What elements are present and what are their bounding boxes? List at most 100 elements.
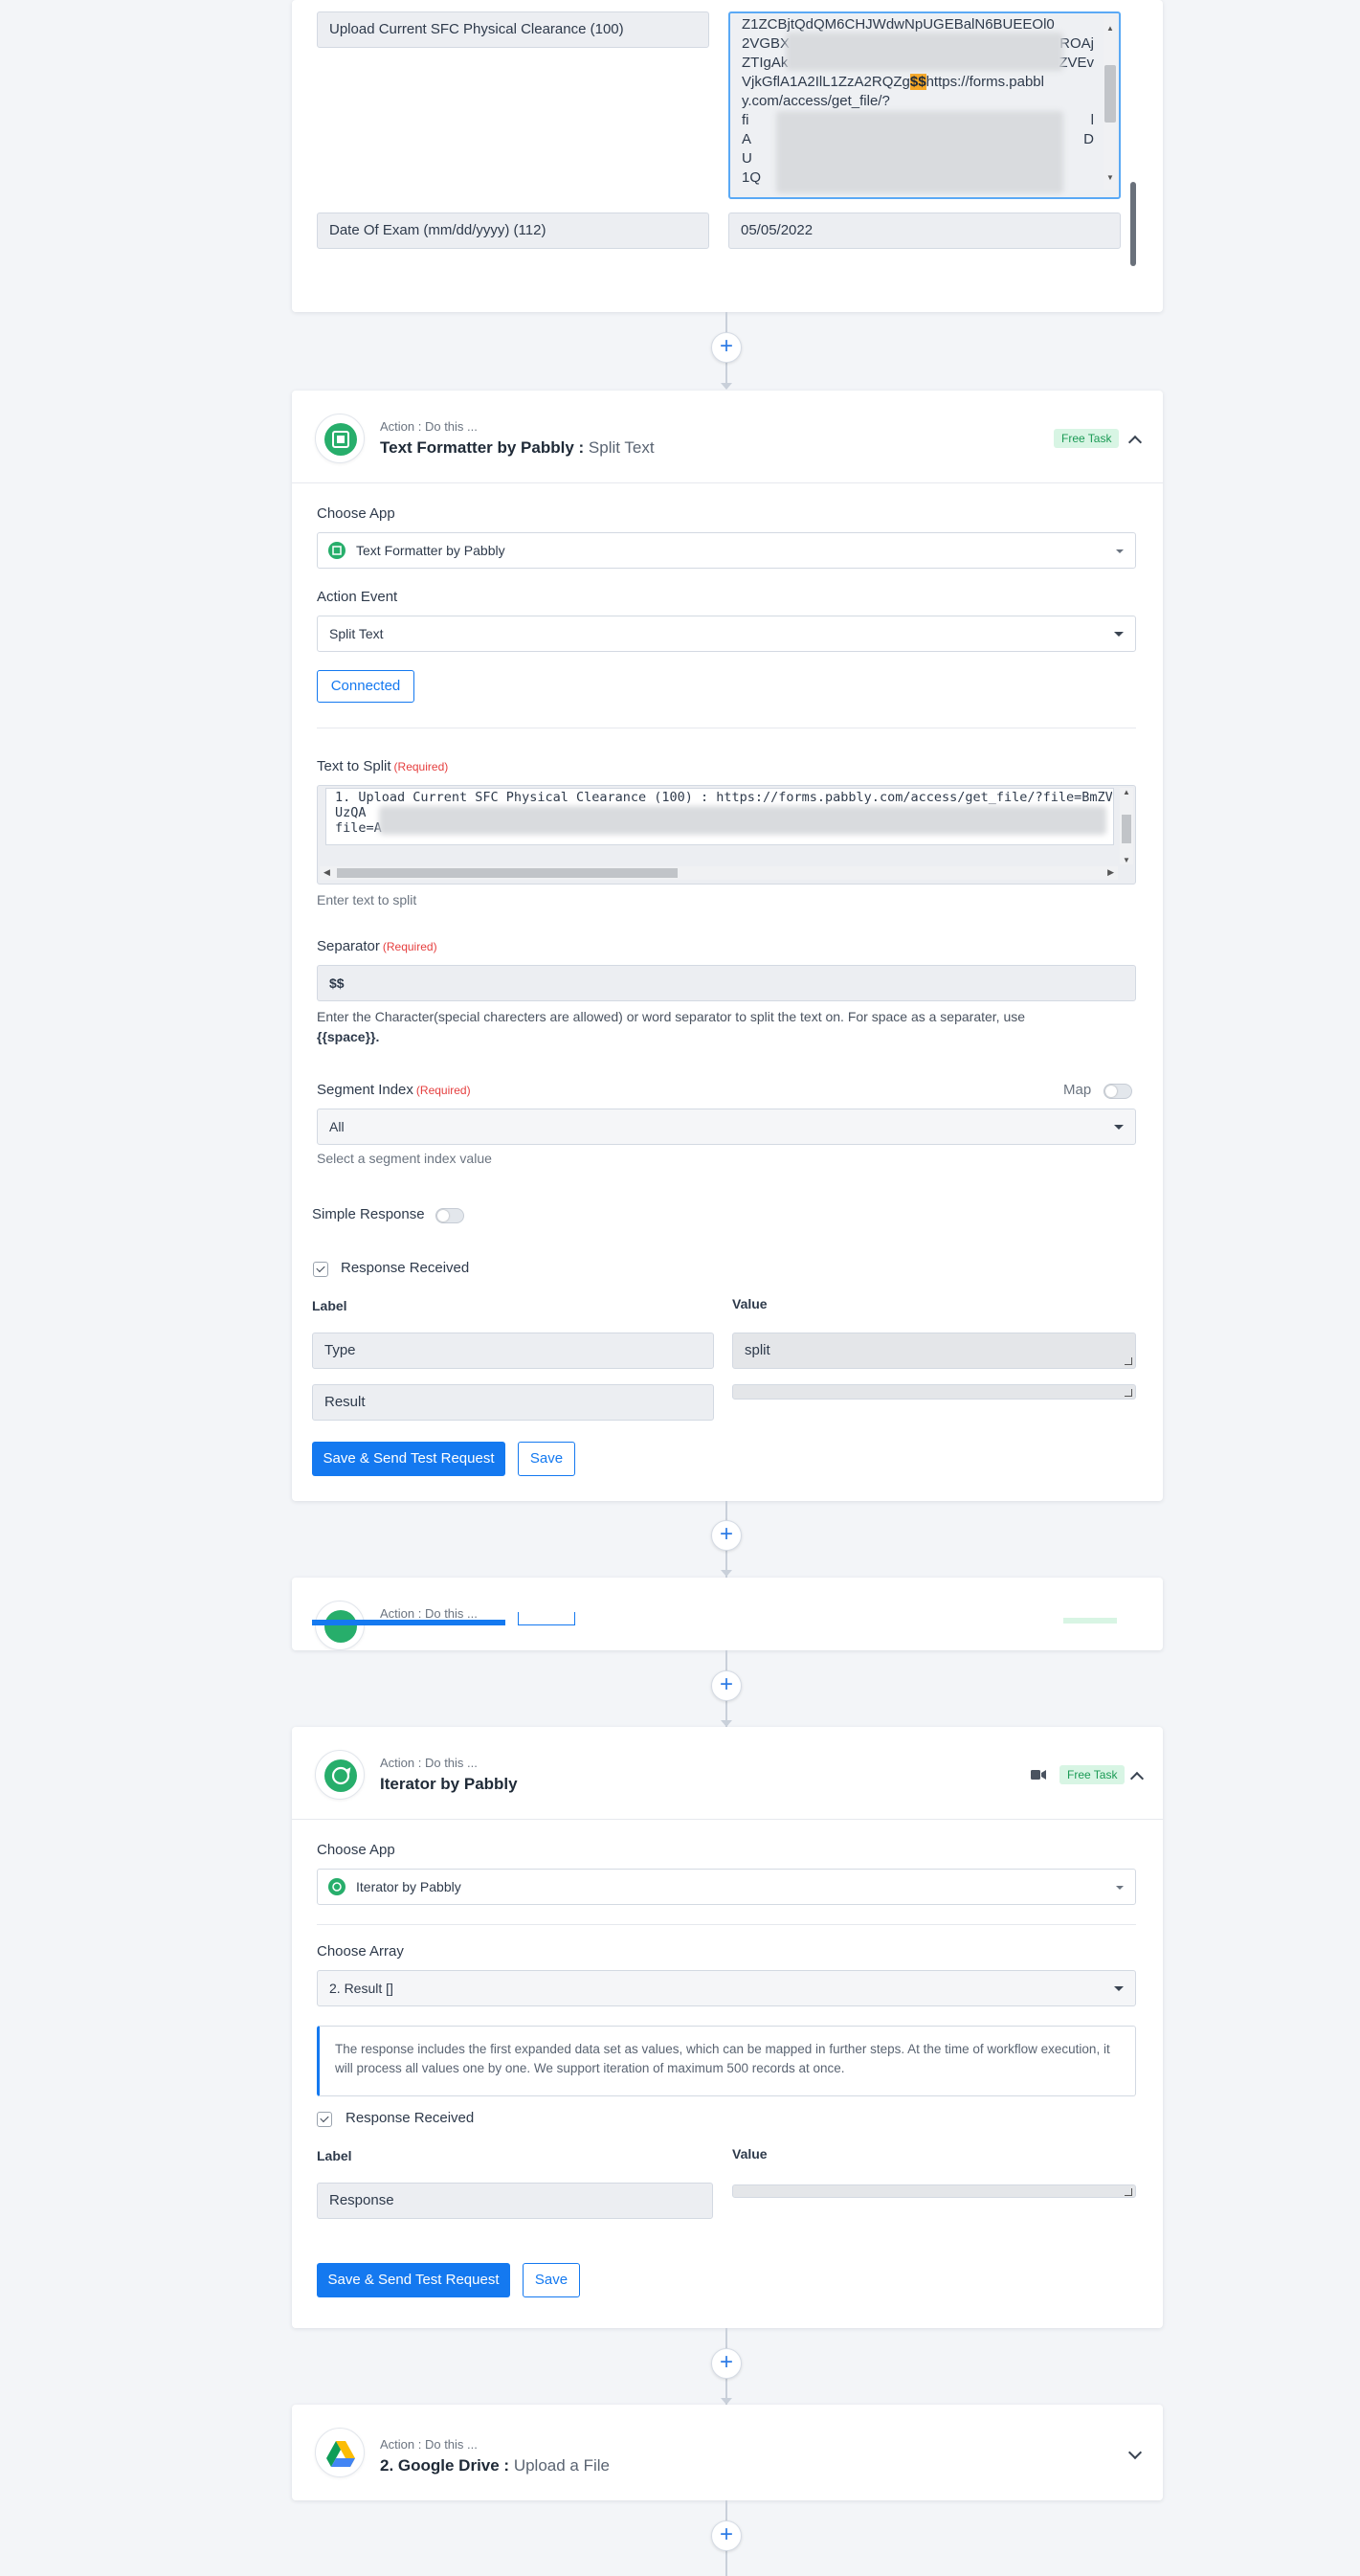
save-button[interactable]: Save — [523, 2263, 580, 2297]
mapping-value-date-of-exam[interactable]: 05/05/2022 — [728, 213, 1121, 249]
overlapping-primary-button — [312, 1620, 505, 1625]
partial-badge — [1063, 1618, 1117, 1624]
collapsed-action-card[interactable]: Action : Do this ... — [292, 1578, 1163, 1650]
add-step-button[interactable]: + — [711, 2520, 742, 2551]
text-formatter-icon — [324, 423, 357, 456]
response-label-type: Type — [312, 1333, 714, 1369]
action-title: Iterator by Pabbly — [380, 1775, 518, 1793]
connector-arrow — [721, 383, 732, 390]
value-column-header: Value — [732, 1296, 768, 1311]
connected-button[interactable]: Connected — [317, 670, 414, 703]
text-to-split-input[interactable]: 1. Upload Current SFC Physical Clearance… — [317, 785, 1136, 885]
simple-response-label: Simple Response — [312, 1206, 425, 1222]
google-drive-card[interactable]: Action : Do this ... 2. Google Drive : U… — [292, 2405, 1163, 2500]
resize-grip-icon[interactable] — [1125, 2188, 1132, 2196]
label-column-header: Label — [312, 1298, 347, 1313]
dropdown-caret-icon — [1114, 1986, 1124, 1991]
iterator-small-icon — [328, 1878, 346, 1895]
choose-app-select[interactable]: Iterator by Pabbly — [317, 1869, 1136, 1905]
text-formatter-card: Action : Do this ... Text Formatter by P… — [292, 391, 1163, 1501]
resize-grip-icon[interactable] — [1125, 1357, 1132, 1365]
choose-app-label: Choose App — [317, 505, 395, 522]
response-value-response[interactable] — [732, 2184, 1136, 2198]
header-divider — [292, 482, 1163, 483]
google-drive-app-icon — [315, 2428, 365, 2477]
add-step-button[interactable]: + — [711, 332, 742, 363]
action-subtitle: Action : Do this ... — [380, 1756, 478, 1770]
redacted-region — [776, 111, 1063, 193]
mapping-label-date-of-exam: Date Of Exam (mm/dd/yyyy) (112) — [317, 213, 709, 249]
iterator-card: Action : Do this ... Iterator by Pabbly … — [292, 1727, 1163, 2328]
text-to-split-vscrollbar[interactable]: ▲ ▼ — [1120, 788, 1133, 864]
dropdown-caret-icon — [1116, 1886, 1124, 1890]
pabbly-icon — [324, 1610, 357, 1643]
action-subtitle: Action : Do this ... — [380, 2437, 478, 2452]
action-event-label: Action Event — [317, 589, 398, 605]
dropdown-caret-icon — [1114, 1125, 1124, 1130]
mapping-value-upload-clearance[interactable]: Z1ZCBjtQdQM6CHJWdwNpUGEBalN6BUEEOl0 2VGB… — [728, 11, 1121, 199]
text-formatter-app-icon — [315, 414, 365, 463]
text-to-split-label: Text to Split (Required) — [317, 758, 449, 774]
add-step-button[interactable]: + — [711, 1670, 742, 1701]
free-task-badge: Free Task — [1059, 1765, 1126, 1784]
response-value-result[interactable] — [732, 1384, 1136, 1400]
overlapping-outline-button — [518, 1612, 575, 1625]
save-button[interactable]: Save — [518, 1442, 575, 1476]
redacted-region — [379, 806, 1106, 835]
response-received-label: Response Received — [346, 2110, 475, 2126]
iterator-app-icon — [315, 1750, 365, 1800]
segment-index-help: Select a segment index value — [317, 1151, 492, 1166]
simple-response-toggle[interactable] — [435, 1208, 464, 1223]
action-subtitle: Action : Do this ... — [380, 1606, 478, 1621]
action-app-icon — [315, 1601, 365, 1650]
separator-label: Separator (Required) — [317, 938, 437, 954]
choose-app-select[interactable]: Text Formatter by Pabbly — [317, 532, 1136, 569]
connector-arrow — [721, 2398, 732, 2405]
separator-input[interactable]: $$ — [317, 965, 1136, 1001]
choose-array-label: Choose Array — [317, 1943, 404, 1960]
add-step-button[interactable]: + — [711, 2348, 742, 2379]
page-scrollbar-thumb[interactable] — [1130, 182, 1136, 266]
action-title: Text Formatter by Pabbly : Split Text — [380, 438, 655, 457]
connector-arrow — [721, 1570, 732, 1577]
response-value-type[interactable]: split — [732, 1333, 1136, 1369]
mapping-label-upload-clearance: Upload Current SFC Physical Clearance (1… — [317, 11, 709, 48]
label-column-header: Label — [317, 2148, 352, 2163]
dropdown-caret-icon — [1116, 549, 1124, 553]
segment-index-label: Segment Index (Required) — [317, 1082, 471, 1098]
save-send-test-button[interactable]: Save & Send Test Request — [312, 1442, 505, 1476]
response-received-checkbox[interactable] — [317, 2112, 332, 2127]
map-toggle-label: Map — [1063, 1082, 1092, 1098]
iterator-info-box: The response includes the first expanded… — [317, 2026, 1136, 2096]
text-to-split-hscrollbar[interactable]: ◀ ▶ — [320, 866, 1118, 880]
video-camera-icon[interactable] — [1031, 1769, 1046, 1781]
iterator-icon — [324, 1759, 357, 1792]
dropdown-caret-icon — [1114, 632, 1124, 637]
separator-highlight: $$ — [909, 74, 926, 90]
action-subtitle: Action : Do this ... — [380, 419, 478, 434]
form-mapping-card: Upload Current SFC Physical Clearance (1… — [292, 0, 1163, 312]
google-drive-icon — [326, 2441, 355, 2467]
header-divider — [292, 1819, 1163, 1820]
action-title: 2. Google Drive : Upload a File — [380, 2456, 610, 2475]
response-label-result: Result — [312, 1384, 714, 1421]
choose-array-select[interactable]: 2. Result [] — [317, 1970, 1136, 2006]
section-divider — [317, 1924, 1136, 1925]
resize-grip-icon[interactable] — [1125, 1389, 1132, 1397]
response-received-checkbox[interactable] — [313, 1262, 328, 1277]
textarea-scrollbar[interactable]: ▲ ▼ — [1104, 17, 1117, 190]
connector-arrow — [721, 1720, 732, 1727]
add-step-button[interactable]: + — [711, 1520, 742, 1551]
redacted-region — [786, 33, 1063, 71]
text-formatter-small-icon — [328, 542, 346, 559]
save-send-test-button[interactable]: Save & Send Test Request — [317, 2263, 510, 2297]
segment-index-select[interactable]: All — [317, 1109, 1136, 1145]
collapse-chevron-icon[interactable] — [1129, 1771, 1145, 1786]
choose-app-label: Choose App — [317, 1842, 395, 1858]
response-received-label: Response Received — [341, 1260, 470, 1276]
collapse-chevron-icon[interactable] — [1127, 435, 1143, 450]
map-toggle[interactable] — [1104, 1084, 1132, 1099]
text-to-split-help: Enter text to split — [317, 892, 417, 907]
expand-chevron-icon[interactable] — [1127, 2445, 1143, 2460]
action-event-select[interactable]: Split Text — [317, 616, 1136, 652]
